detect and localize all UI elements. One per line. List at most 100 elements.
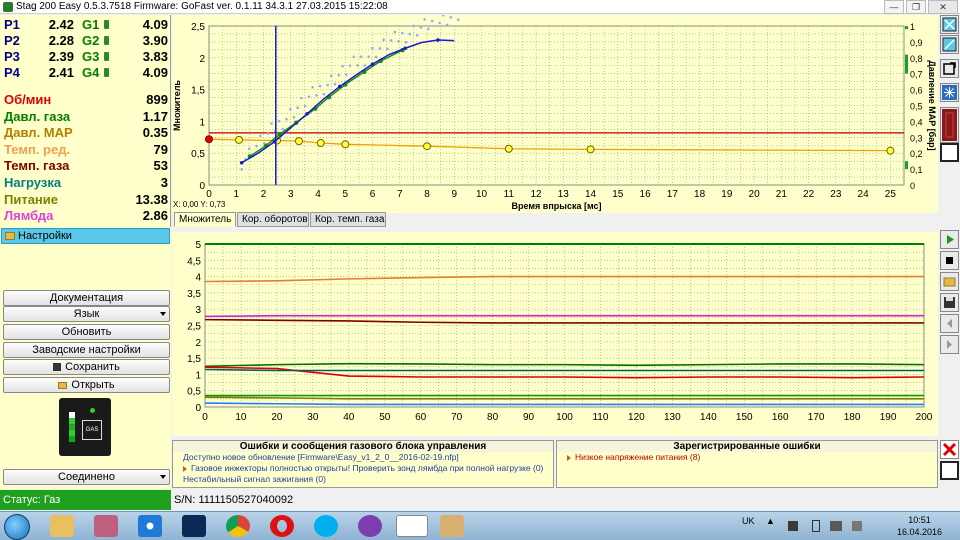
x-tick-label: 100 (556, 412, 573, 423)
injector-p-value: 2.39 (48, 49, 74, 64)
y2-tick-label: 0,7 (910, 70, 923, 80)
blue-point (403, 46, 408, 51)
x-tick-label: 120 (628, 412, 645, 423)
step-forward-button[interactable] (940, 335, 959, 354)
language-indicator[interactable]: UK (742, 516, 755, 526)
snowflake-button[interactable] (940, 83, 959, 102)
skype-icon[interactable] (314, 515, 338, 537)
open-button[interactable]: Открыть (3, 377, 170, 393)
oscilloscope-panel[interactable]: 0 10 20 30 40 50 60 70 80 90 100 110 120 130 140 150 160… (172, 232, 938, 436)
param-label: Нагрузка (4, 175, 62, 190)
x-tick-label: 21 (776, 189, 788, 200)
indicator-button[interactable] (940, 107, 959, 143)
maximize-chart-button[interactable] (940, 15, 959, 34)
y2-tick-label: 0,9 (910, 38, 923, 48)
tray-expand-icon[interactable]: ▲ (766, 516, 775, 526)
chevron-down-icon (160, 312, 166, 316)
x-tick-label: 190 (880, 412, 897, 423)
x-tick-label: 10 (476, 189, 488, 200)
multiplier-chart[interactable]: 0 1 2 3 4 5 6 7 8 9 10 11 12 13 14 15 16 17 18 19 20 21 22 23 24… (172, 8, 938, 213)
save-recording-button[interactable] (940, 293, 959, 312)
scatter-point (303, 104, 307, 108)
opera-icon[interactable] (270, 515, 294, 537)
close-button[interactable]: ✕ (928, 0, 958, 14)
oscilloscope-chart[interactable]: 0 10 20 30 40 50 60 70 80 90 100 110 120 130 140 150 160… (172, 232, 938, 436)
param-label: Темп. газа (4, 158, 70, 174)
paint-icon[interactable] (440, 515, 464, 537)
error-item[interactable]: Низкое напряжение питания (8) (557, 452, 937, 463)
tab-rpm-correction[interactable]: Кор. оборотов (237, 212, 309, 227)
documentation-button[interactable]: Документация (3, 290, 170, 306)
x-tick-label: 4 (315, 189, 321, 200)
chrome-icon[interactable] (226, 515, 250, 537)
y-tick-label: 1,5 (187, 354, 201, 365)
signal-icon[interactable] (830, 521, 842, 531)
grid-toggle-button[interactable] (940, 35, 959, 54)
tab-gas-temp-correction[interactable]: Кор. темп. газа (310, 212, 386, 227)
scatter-point (404, 40, 408, 44)
export-button[interactable] (940, 59, 959, 78)
x-tick-label: 11 (504, 189, 515, 200)
x-tick-label: 170 (808, 412, 825, 423)
battery-icon[interactable] (812, 520, 820, 532)
blank-toggle-button[interactable] (940, 143, 959, 162)
arrow-right-icon (947, 340, 952, 349)
explorer-icon[interactable] (50, 515, 74, 537)
volume-icon[interactable] (852, 521, 862, 531)
minimize-button[interactable]: — (884, 0, 904, 14)
injector-icon (104, 68, 109, 77)
x-tick-label: 160 (772, 412, 789, 423)
open-recording-button[interactable] (940, 272, 959, 291)
settings-header[interactable]: Настройки (1, 228, 170, 244)
start-button[interactable] (4, 514, 30, 540)
scatter-point (255, 144, 258, 148)
orange-series-point (886, 146, 895, 155)
window-title: Stag 200 Easy 0.5.3.7518 Firmware: GoFas… (16, 1, 388, 12)
clock[interactable]: 10:51 16.04.2016 (897, 514, 942, 538)
play-button[interactable] (940, 230, 959, 249)
restore-button[interactable]: ❐ (906, 0, 926, 14)
y-tick-label: 4,5 (187, 256, 201, 267)
step-back-button[interactable] (940, 314, 959, 333)
photoshop-icon[interactable] (182, 515, 206, 537)
injector-p-value: 2.41 (48, 65, 74, 80)
stag-app-icon[interactable] (396, 515, 428, 537)
scatter-point (367, 55, 370, 58)
x-tick-label: 9 (452, 189, 458, 200)
x-tick-label: 20 (749, 189, 761, 200)
y-tick-label: 3,5 (187, 289, 201, 300)
scatter-point (352, 55, 356, 59)
message-item[interactable]: Доступно новое обновление [Firmware\Easy… (173, 452, 553, 463)
message-item[interactable]: Газовое инжекторы полностью открыты! Про… (173, 463, 553, 474)
message-item[interactable]: Нестабильный сигнал зажигания (0) (173, 474, 553, 485)
scatter-point (330, 74, 333, 78)
scatter-point (326, 83, 329, 87)
scatter-point (296, 106, 300, 109)
update-button[interactable]: Обновить (3, 324, 170, 340)
blue-point (338, 84, 342, 89)
y-tick-label: 3 (195, 305, 201, 316)
connection-dropdown[interactable]: Соединено (3, 469, 170, 485)
device-label-box: GAS (82, 420, 102, 440)
stop-button[interactable] (940, 251, 959, 270)
folder-icon (5, 232, 15, 240)
multiplier-chart-panel[interactable]: 0 1 2 3 4 5 6 7 8 9 10 11 12 13 14 15 16 17 18 19 20 21 22 23 24… (172, 8, 938, 213)
scatter-point (307, 95, 311, 98)
internet-explorer-icon[interactable] (138, 515, 162, 537)
media-player-icon[interactable] (94, 515, 118, 537)
x-tick-label: 18 (694, 189, 706, 200)
factory-settings-button[interactable]: Заводские настройки (3, 342, 170, 358)
save-button[interactable]: Сохранить (3, 359, 170, 375)
scatter-point (259, 134, 262, 138)
clear-errors-button[interactable] (940, 440, 959, 459)
network-icon[interactable] (788, 521, 798, 531)
tab-multiplier[interactable]: Множитель (174, 212, 236, 227)
x-tick-label: 5 (342, 189, 348, 200)
language-dropdown[interactable]: Язык (3, 306, 170, 322)
cursor-coordinates: X: 0,00 Y: 0,73 (173, 200, 226, 209)
param-label: Лямбда (4, 208, 54, 224)
scatter-point (341, 64, 344, 68)
injector-g-label: G4 (82, 65, 100, 80)
viber-icon[interactable] (358, 515, 382, 537)
blank-error-button[interactable] (940, 461, 959, 480)
